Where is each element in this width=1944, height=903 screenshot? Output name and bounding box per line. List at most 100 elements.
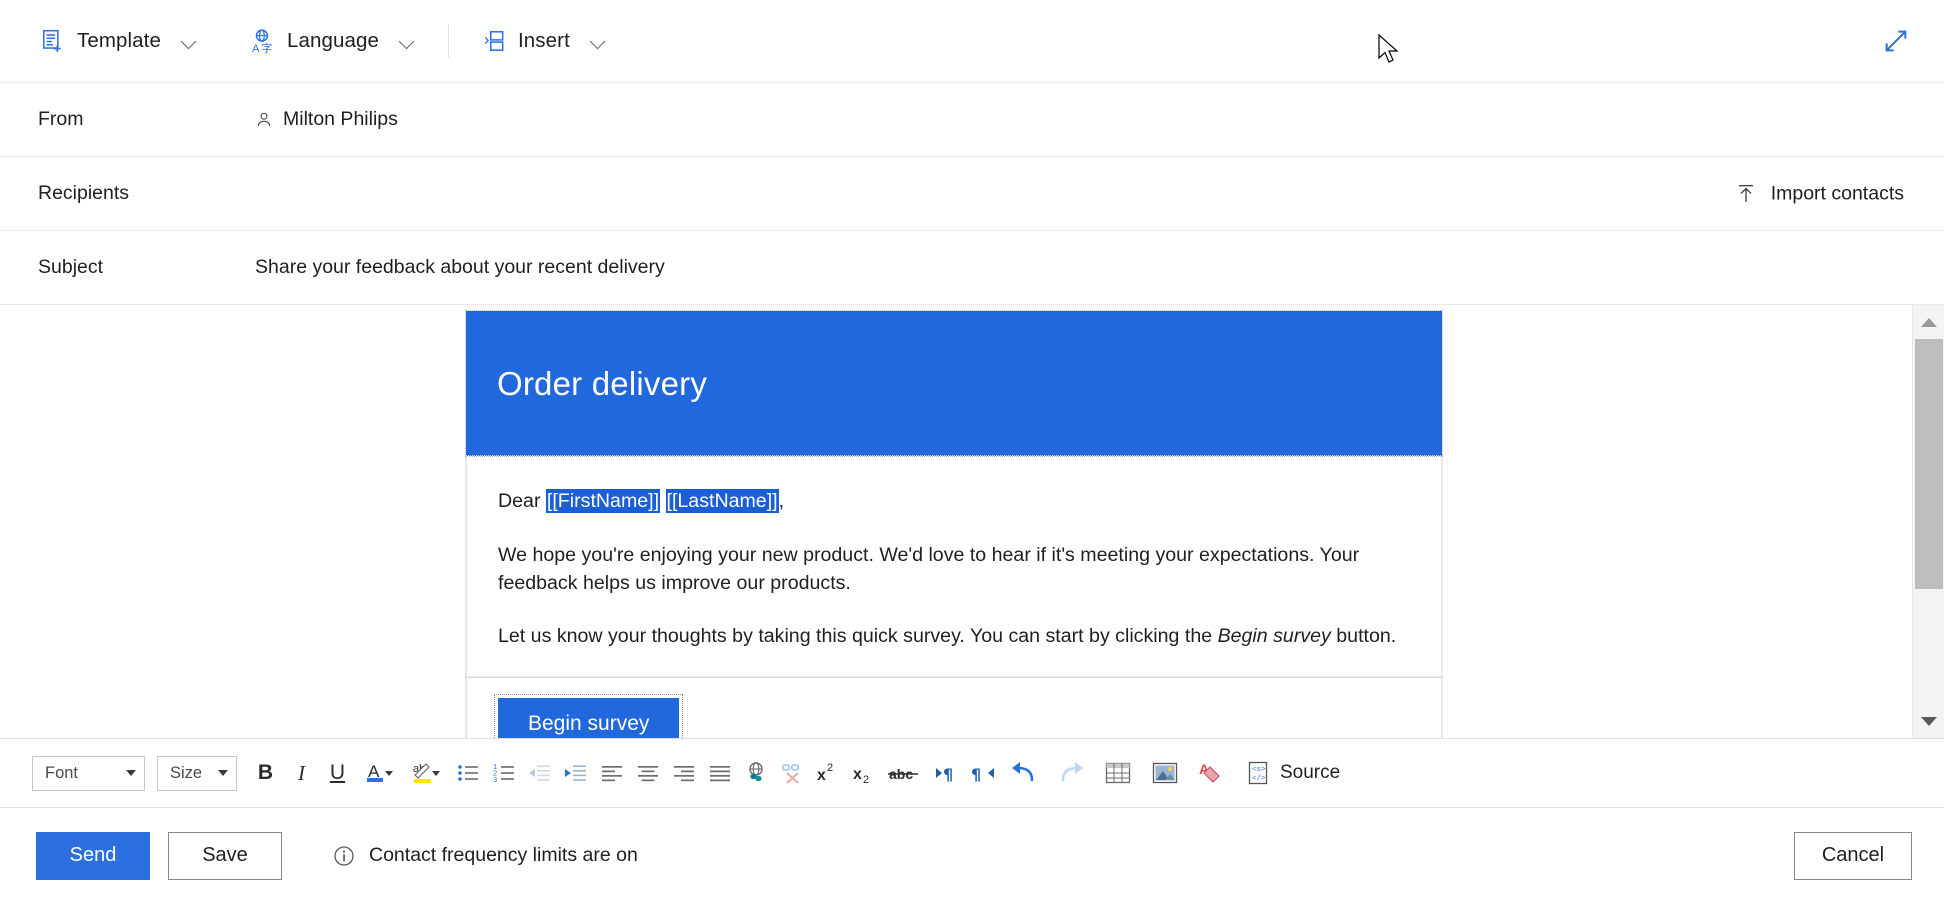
svg-text:3: 3 xyxy=(493,775,497,784)
increase-indent-icon xyxy=(564,761,588,785)
numbered-list-button[interactable]: 1 2 3 xyxy=(487,755,520,791)
highlight-color-icon: ab xyxy=(411,758,441,788)
import-contacts-button[interactable]: Import contacts xyxy=(1725,176,1914,211)
svg-text:x: x xyxy=(817,767,826,784)
bold-icon: B xyxy=(258,761,273,785)
template-label: Template xyxy=(77,29,161,53)
rtl-direction-button[interactable]: ¶ xyxy=(966,755,999,791)
insert-image-button[interactable] xyxy=(1143,755,1187,791)
paragraph-2-emphasis: Begin survey xyxy=(1218,625,1331,647)
source-view-button[interactable]: <s> </> Source xyxy=(1237,755,1348,791)
unlink-button[interactable] xyxy=(775,755,808,791)
token-first-name[interactable]: [[FirstName]] xyxy=(546,489,660,513)
align-left-button[interactable] xyxy=(595,755,628,791)
undo-button[interactable] xyxy=(1002,755,1046,791)
remove-format-button[interactable]: A xyxy=(1190,755,1234,791)
text-color-button[interactable]: A xyxy=(357,755,401,791)
svg-text:¶: ¶ xyxy=(943,765,953,784)
expand-button[interactable] xyxy=(1874,19,1918,63)
insert-link-button[interactable] xyxy=(739,755,772,791)
insert-label: Insert xyxy=(518,29,570,53)
greeting-prefix: Dear xyxy=(498,490,546,512)
superscript-icon: x 2 xyxy=(815,760,841,786)
editor-vertical-scrollbar[interactable] xyxy=(1912,305,1944,738)
scroll-down-arrow-icon[interactable] xyxy=(1913,706,1944,736)
strikethrough-button[interactable]: abc xyxy=(883,755,927,791)
italic-icon: I xyxy=(298,761,305,786)
svg-text:2: 2 xyxy=(863,774,869,786)
subject-label: Subject xyxy=(38,256,255,279)
insert-table-button[interactable] xyxy=(1096,755,1140,791)
undo-icon xyxy=(1010,760,1038,786)
insert-image-icon xyxy=(1152,761,1178,785)
person-icon xyxy=(255,111,273,129)
subject-input[interactable]: Share your feedback about your recent de… xyxy=(255,256,665,279)
language-menu-button[interactable]: A 字 Language xyxy=(238,17,428,65)
expand-diagonal-icon xyxy=(1882,27,1910,55)
chevron-down-icon xyxy=(126,770,136,776)
bulleted-list-icon xyxy=(456,761,480,785)
save-button[interactable]: Save xyxy=(168,832,282,880)
email-paragraph-2: Let us know your thoughts by taking this… xyxy=(498,623,1410,651)
ltr-direction-button[interactable]: ¶ xyxy=(930,755,963,791)
redo-button[interactable] xyxy=(1049,755,1093,791)
recipients-row: Recipients Import contacts xyxy=(0,157,1944,231)
ltr-direction-icon: ¶ xyxy=(934,760,960,786)
redo-icon xyxy=(1057,760,1085,786)
font-family-select[interactable]: Font xyxy=(32,756,145,791)
email-greeting: Dear [[FirstName]] [[LastName]], xyxy=(498,488,1410,516)
contact-frequency-note: Contact frequency limits are on xyxy=(332,844,638,868)
align-left-icon xyxy=(600,761,624,785)
email-hero-banner[interactable]: Order delivery xyxy=(466,311,1442,456)
remove-format-icon: A xyxy=(1198,760,1226,786)
token-last-name[interactable]: [[LastName]] xyxy=(666,489,779,513)
align-center-button[interactable] xyxy=(631,755,664,791)
font-size-label: Size xyxy=(170,764,202,783)
svg-text:2: 2 xyxy=(827,762,833,774)
scrollbar-thumb[interactable] xyxy=(1915,339,1943,589)
decrease-indent-button[interactable] xyxy=(523,755,556,791)
paragraph-2-before: Let us know your thoughts by taking this… xyxy=(498,625,1218,647)
bulleted-list-button[interactable] xyxy=(451,755,484,791)
scroll-up-arrow-icon[interactable] xyxy=(1913,307,1944,337)
justify-button[interactable] xyxy=(703,755,736,791)
underline-icon: U xyxy=(330,761,345,785)
unlink-icon xyxy=(779,760,805,786)
svg-text:A: A xyxy=(252,43,260,54)
begin-survey-button[interactable]: Begin survey xyxy=(498,698,679,738)
chevron-down-icon xyxy=(591,33,607,49)
send-button[interactable]: Send xyxy=(36,832,150,880)
action-bar: Send Save Contact frequency limits are o… xyxy=(0,808,1944,903)
insert-icon xyxy=(481,28,507,54)
rtl-direction-icon: ¶ xyxy=(970,760,996,786)
email-body[interactable]: Dear [[FirstName]] [[LastName]], We hope… xyxy=(466,456,1442,677)
underline-button[interactable]: U xyxy=(321,755,354,791)
highlight-color-button[interactable]: ab xyxy=(404,755,448,791)
svg-text:字: 字 xyxy=(261,41,272,54)
greeting-suffix: , xyxy=(779,490,784,512)
source-label: Source xyxy=(1280,762,1340,784)
superscript-button[interactable]: x 2 xyxy=(811,755,844,791)
chevron-down-icon xyxy=(218,770,228,776)
subscript-button[interactable]: x 2 xyxy=(847,755,880,791)
bold-button[interactable]: B xyxy=(249,755,282,791)
from-value[interactable]: Milton Philips xyxy=(255,108,398,131)
insert-menu-button[interactable]: Insert xyxy=(469,17,619,65)
align-right-button[interactable] xyxy=(667,755,700,791)
rich-text-format-toolbar: Font Size B I U A xyxy=(0,738,1944,808)
svg-text:</>: </> xyxy=(1252,775,1266,783)
email-template-card: Order delivery Dear [[FirstName]] [[Last… xyxy=(466,311,1442,738)
editor-canvas-wrap: Order delivery Dear [[FirstName]] [[Last… xyxy=(0,305,1944,738)
font-size-select[interactable]: Size xyxy=(157,756,237,791)
editor-canvas[interactable]: Order delivery Dear [[FirstName]] [[Last… xyxy=(0,305,1912,738)
increase-indent-button[interactable] xyxy=(559,755,592,791)
insert-link-icon xyxy=(743,760,769,786)
italic-button[interactable]: I xyxy=(285,755,318,791)
from-label: From xyxy=(38,108,255,131)
cancel-button[interactable]: Cancel xyxy=(1794,832,1912,880)
info-icon[interactable] xyxy=(332,844,356,868)
language-label: Language xyxy=(287,29,379,53)
email-paragraph-1: We hope you're enjoying your new product… xyxy=(498,542,1410,598)
import-contacts-label: Import contacts xyxy=(1771,182,1904,205)
template-menu-button[interactable]: Template xyxy=(28,17,210,65)
